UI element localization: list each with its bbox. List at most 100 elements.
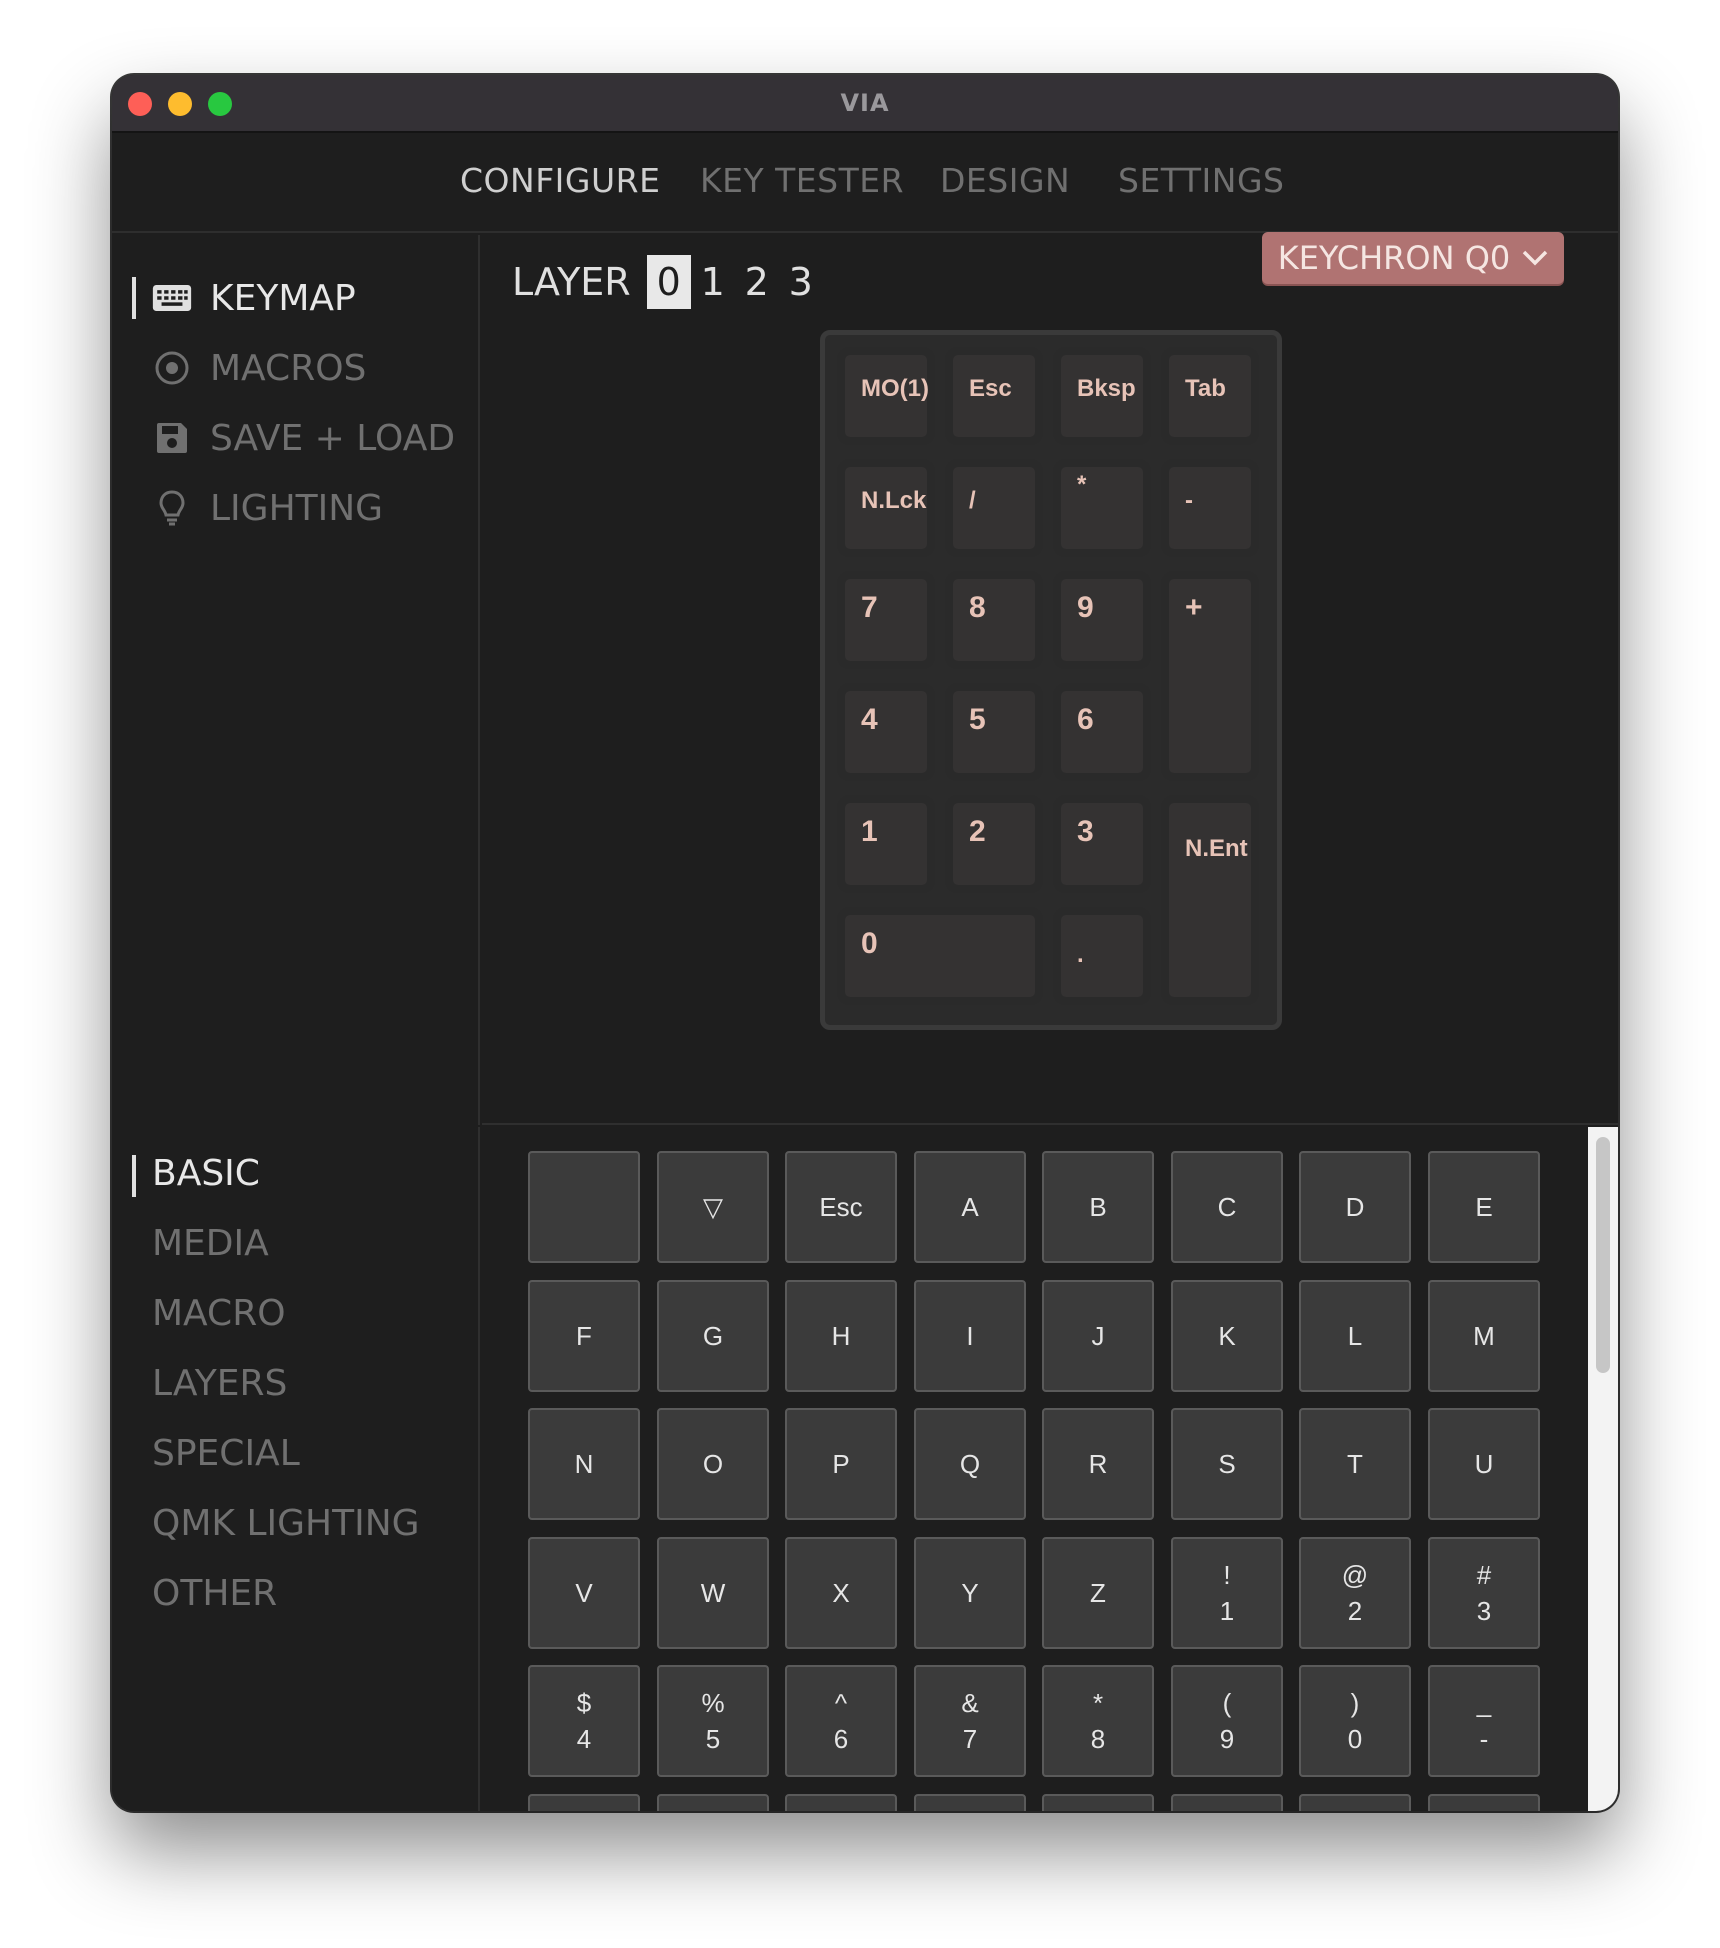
keycode-key[interactable]: * 8 (1042, 1665, 1154, 1777)
keycode-label: & (961, 1688, 979, 1718)
keycode-key[interactable]: I (914, 1280, 1026, 1392)
keycode-key[interactable]: G (657, 1280, 769, 1392)
keycode-key[interactable] (914, 1794, 1026, 1811)
tab-configure[interactable]: CONFIGURE (460, 161, 660, 200)
sidebar-item-save-load[interactable]: SAVE + LOAD (152, 413, 455, 463)
keycode-key[interactable]: ! 1 (1171, 1537, 1283, 1649)
keycode-key[interactable]: E (1428, 1151, 1540, 1263)
layer-3-button[interactable]: 3 (779, 255, 823, 309)
keycode-key[interactable]: T (1299, 1408, 1411, 1520)
keycode-key[interactable] (1428, 1794, 1540, 1811)
category-special[interactable]: SPECIAL (152, 1433, 300, 1474)
category-macro[interactable]: MACRO (152, 1293, 286, 1334)
keycode-key[interactable] (1299, 1794, 1411, 1811)
keymap-key-plus[interactable]: + (1159, 569, 1261, 783)
keycode-key[interactable]: B (1042, 1151, 1154, 1263)
keycode-key[interactable]: (9 (1171, 1665, 1283, 1777)
category-other[interactable]: OTHER (152, 1573, 277, 1614)
keycode-key[interactable]: D (1299, 1151, 1411, 1263)
keycode-key[interactable]: F (528, 1280, 640, 1392)
keycode-label: ! (1223, 1560, 1231, 1590)
keycode-key[interactable]: L (1299, 1280, 1411, 1392)
keymap-key-1[interactable]: 1 (835, 793, 937, 895)
keymap-key-4[interactable]: 4 (835, 681, 937, 783)
keymap-key-tab[interactable]: Tab (1159, 345, 1261, 447)
keycode-key[interactable] (785, 1794, 897, 1811)
keycode-key[interactable]: ^ 6 (785, 1665, 897, 1777)
keycode-key[interactable] (528, 1794, 640, 1811)
keymap-key-asterisk[interactable]: * (1051, 457, 1153, 559)
keycode-key[interactable] (1171, 1794, 1283, 1811)
top-navigation: CONFIGURE KEY TESTER DESIGN SETTINGS (112, 133, 1618, 233)
sidebar-item-label: KEYMAP (210, 277, 356, 319)
sidebar-item-macros[interactable]: MACROS (152, 343, 366, 393)
keycode-key[interactable]: #3 (1428, 1537, 1540, 1649)
keycode-key[interactable]: K (1171, 1280, 1283, 1392)
keycode-key[interactable]: Esc (785, 1151, 897, 1263)
keycode-key[interactable]: _ - (1428, 1665, 1540, 1777)
keycode-key[interactable]: O (657, 1408, 769, 1520)
category-layers[interactable]: LAYERS (152, 1363, 287, 1404)
keymap-key-0[interactable]: 0 (835, 905, 1045, 1007)
keycode-scrollbar[interactable] (1588, 1127, 1618, 1811)
keycode-key[interactable]: P (785, 1408, 897, 1520)
keycode-key[interactable]: V (528, 1537, 640, 1649)
category-basic[interactable]: BASIC (152, 1153, 260, 1194)
layer-2-button[interactable]: 2 (735, 255, 779, 309)
keycode-key[interactable] (657, 1794, 769, 1811)
keycode-key[interactable]: Z (1042, 1537, 1154, 1649)
keycode-key[interactable]: Y (914, 1537, 1026, 1649)
sidebar-item-lighting[interactable]: LIGHTING (152, 483, 383, 533)
device-selector[interactable]: KEYCHRON Q0 (1262, 232, 1564, 284)
tab-settings[interactable]: SETTINGS (1118, 161, 1284, 200)
keymap-key-7[interactable]: 7 (835, 569, 937, 671)
keycode-label: C (1217, 1192, 1237, 1222)
keycode-key[interactable]: ) 0 (1299, 1665, 1411, 1777)
keycode-key[interactable]: & 7 (914, 1665, 1026, 1777)
category-qmk-lighting[interactable]: QMK LIGHTING (152, 1503, 420, 1544)
keymap-key-dot[interactable]: . (1051, 905, 1153, 1007)
keycode-key[interactable]: N (528, 1408, 640, 1520)
keycode-label: M (1473, 1321, 1495, 1351)
keycode-key[interactable]: ▽ (657, 1151, 769, 1263)
keycode-label: ^ (834, 1688, 848, 1718)
keycode-sublabel: 2 (1347, 1596, 1363, 1626)
tab-key-tester[interactable]: KEY TESTER (700, 161, 904, 200)
keymap-key-numpad-enter[interactable]: N.Ent (1159, 793, 1261, 1007)
sidebar-item-keymap[interactable]: KEYMAP (152, 273, 356, 323)
keycode-key[interactable]: C (1171, 1151, 1283, 1263)
keymap-key-bksp[interactable]: Bksp (1051, 345, 1153, 447)
keycode-key[interactable]: $4 (528, 1665, 640, 1777)
keymap-key-esc[interactable]: Esc (943, 345, 1045, 447)
keycode-key[interactable]: % 5 (657, 1665, 769, 1777)
keymap-key-mo1[interactable]: MO(1) (835, 345, 937, 447)
keycode-key[interactable]: Q (914, 1408, 1026, 1520)
scrollbar-thumb[interactable] (1596, 1137, 1610, 1373)
keycode-key[interactable] (528, 1151, 640, 1263)
keycode-key[interactable]: W (657, 1537, 769, 1649)
keycode-key[interactable]: @2 (1299, 1537, 1411, 1649)
keymap-key-numlock[interactable]: N.Lck (835, 457, 937, 559)
category-media[interactable]: MEDIA (152, 1223, 269, 1264)
keycode-key[interactable]: U (1428, 1408, 1540, 1520)
keycode-key[interactable]: J (1042, 1280, 1154, 1392)
keycode-label: S (1218, 1449, 1236, 1479)
keycode-key[interactable]: A (914, 1151, 1026, 1263)
keymap-key-5[interactable]: 5 (943, 681, 1045, 783)
keycode-key[interactable]: H (785, 1280, 897, 1392)
keymap-key-2[interactable]: 2 (943, 793, 1045, 895)
tab-design[interactable]: DESIGN (940, 161, 1070, 200)
keymap-key-6[interactable]: 6 (1051, 681, 1153, 783)
keycode-key[interactable]: S (1171, 1408, 1283, 1520)
layer-1-button[interactable]: 1 (691, 255, 735, 309)
keycode-key[interactable]: X (785, 1537, 897, 1649)
keycode-key[interactable] (1042, 1794, 1154, 1811)
keycode-key[interactable]: M (1428, 1280, 1540, 1392)
keymap-key-9[interactable]: 9 (1051, 569, 1153, 671)
keymap-key-8[interactable]: 8 (943, 569, 1045, 671)
keymap-key-slash[interactable]: / (943, 457, 1045, 559)
keycode-key[interactable]: R (1042, 1408, 1154, 1520)
keymap-key-minus[interactable]: - (1159, 457, 1261, 559)
keymap-key-3[interactable]: 3 (1051, 793, 1153, 895)
layer-0-button[interactable]: 0 (646, 255, 691, 309)
